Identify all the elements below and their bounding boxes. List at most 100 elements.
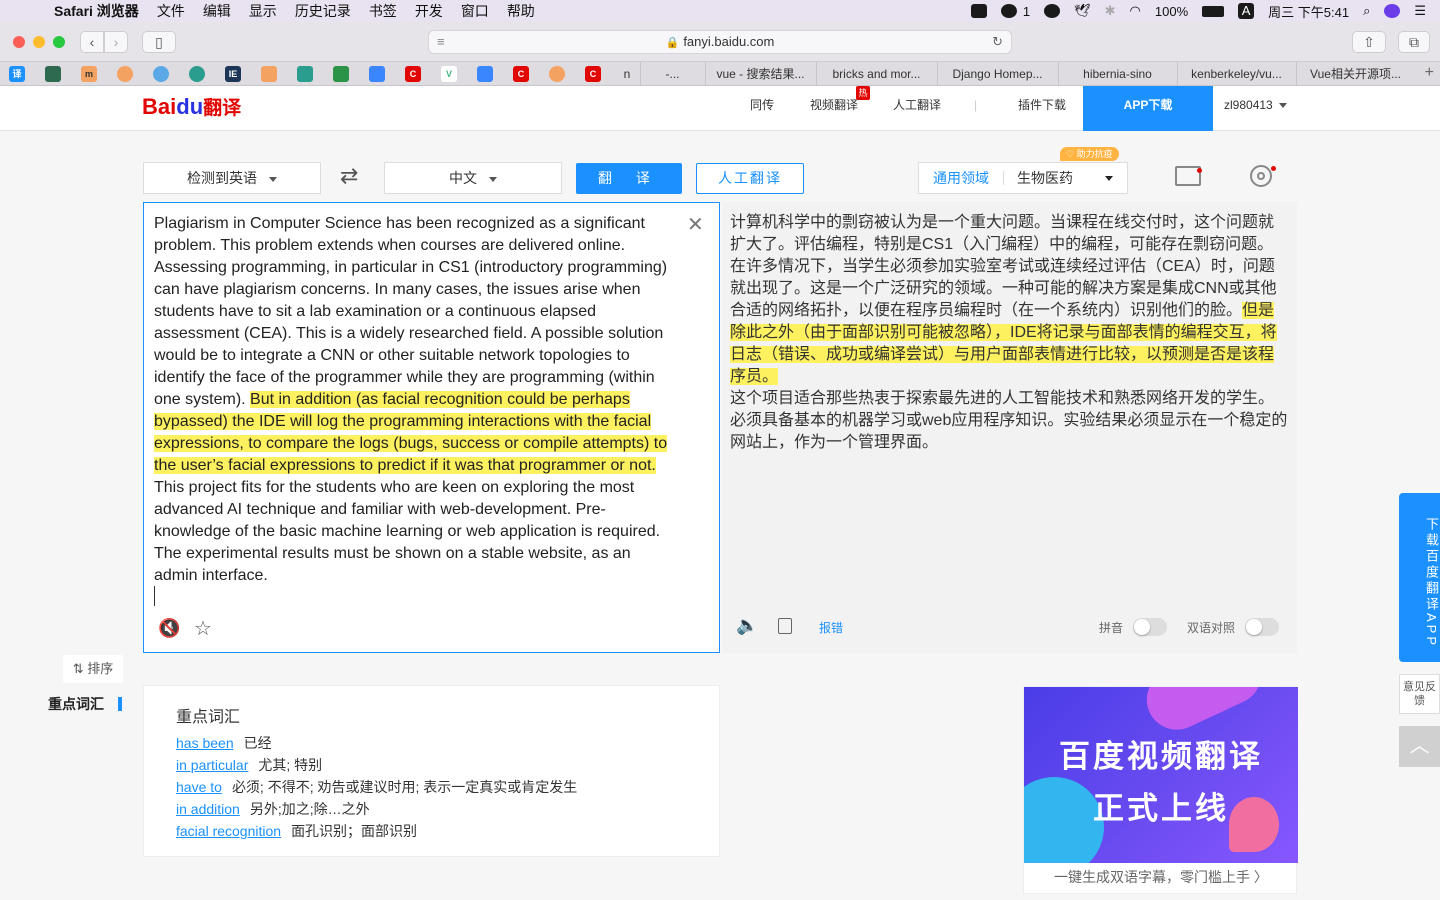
tab-1[interactable]: -... bbox=[640, 62, 704, 86]
battery-status[interactable]: 100% bbox=[1155, 4, 1188, 19]
back-button[interactable]: ‹ bbox=[80, 31, 104, 53]
source-input-panel[interactable]: Plagiarism in Computer Science has been … bbox=[143, 202, 720, 653]
vocab-word-link[interactable]: have to bbox=[176, 779, 222, 795]
c-favicon-2[interactable]: C bbox=[513, 66, 529, 82]
bluetooth-icon[interactable]: ✱ bbox=[1105, 3, 1116, 19]
clock-favicon[interactable] bbox=[117, 66, 133, 82]
tab-kenberkeley[interactable]: kenberkeley/vu... bbox=[1177, 62, 1295, 86]
tab-n[interactable]: n bbox=[615, 62, 639, 86]
swap-languages-icon[interactable]: ⇄ bbox=[340, 165, 364, 187]
control-center-icon[interactable]: ☰ bbox=[1414, 3, 1426, 19]
cloud-favicon[interactable] bbox=[369, 66, 385, 82]
tab-overview-icon[interactable]: ⧉ bbox=[1398, 31, 1430, 53]
copy-icon[interactable] bbox=[778, 618, 792, 634]
tab-bricks[interactable]: bricks and mor... bbox=[816, 62, 936, 86]
pinyin-toggle[interactable] bbox=[1133, 618, 1167, 636]
siri-icon[interactable] bbox=[1384, 4, 1401, 18]
menu-edit[interactable]: 编辑 bbox=[203, 1, 231, 21]
shield-favicon[interactable] bbox=[45, 66, 61, 82]
reader-icon[interactable]: ≡ bbox=[437, 31, 445, 53]
source-language-select[interactable]: 检测到英语 bbox=[143, 162, 321, 194]
spotlight-icon[interactable]: ⌕ bbox=[1363, 3, 1370, 19]
translate-button[interactable]: 翻 译 bbox=[576, 163, 682, 194]
clear-icon[interactable]: ✕ bbox=[687, 215, 704, 235]
domain-select[interactable]: 通用领域 生物医药 bbox=[918, 162, 1128, 194]
menu-app-name[interactable]: Safari 浏览器 bbox=[54, 1, 139, 21]
ieee-favicon[interactable]: IE bbox=[225, 66, 241, 82]
video-translate-ad[interactable]: 百度视频翻译 正式上线 一键生成双语字幕，零门槛上手 〉 bbox=[1023, 686, 1298, 894]
vocab-word-link[interactable]: has been bbox=[176, 735, 234, 751]
cloud-icon[interactable] bbox=[1044, 4, 1061, 18]
ad-banner[interactable]: 百度视频翻译 正式上线 bbox=[1024, 687, 1298, 863]
chat-favicon[interactable] bbox=[297, 66, 313, 82]
domain-selected: 生物医药 bbox=[1017, 170, 1073, 186]
minimize-window-button[interactable] bbox=[33, 36, 45, 48]
nav-video-translate[interactable]: 视频翻译 热 bbox=[810, 86, 871, 131]
share-icon[interactable]: ⇧ bbox=[1352, 31, 1386, 53]
screen-record-icon[interactable] bbox=[970, 4, 987, 18]
close-window-button[interactable] bbox=[13, 36, 25, 48]
menu-help[interactable]: 帮助 bbox=[507, 1, 535, 21]
feedback-button[interactable]: 意见反馈 bbox=[1399, 674, 1440, 714]
nav-human-translate[interactable]: 人工翻译 bbox=[893, 86, 941, 131]
tab-django[interactable]: Django Homep... bbox=[937, 62, 1057, 86]
target-language-select[interactable]: 中文 bbox=[384, 162, 562, 194]
gear-favicon[interactable] bbox=[189, 66, 205, 82]
speaker-muted-icon[interactable]: 🔇 bbox=[158, 618, 180, 639]
domain-general[interactable]: 通用领域 bbox=[933, 163, 989, 193]
sort-button[interactable]: ⇅ 排序 bbox=[63, 655, 123, 683]
v-favicon[interactable]: V bbox=[441, 66, 457, 82]
menu-view[interactable]: 显示 bbox=[249, 1, 277, 21]
c-favicon-3[interactable]: C bbox=[585, 66, 601, 82]
c-favicon[interactable]: C bbox=[405, 66, 421, 82]
bilingual-toggle[interactable] bbox=[1245, 618, 1279, 636]
address-bar[interactable]: ≡ 🔒 fanyi.baidu.com ↻ bbox=[428, 30, 1012, 54]
speaker-icon[interactable]: 🔈 bbox=[736, 615, 758, 636]
flag-favicon[interactable] bbox=[333, 66, 349, 82]
chevron-down-icon bbox=[489, 176, 497, 182]
hex-favicon[interactable] bbox=[477, 66, 493, 82]
wechat-icon[interactable]: 1 bbox=[1000, 4, 1030, 19]
dot-favicon[interactable] bbox=[549, 66, 565, 82]
input-method-icon[interactable]: A bbox=[1238, 3, 1255, 19]
translation-text: 计算机科学中的剽窃被认为是一个重大问题。当课程在线交付时，这个问题就扩大了。评估… bbox=[730, 214, 1288, 451]
network-favicon[interactable] bbox=[153, 66, 169, 82]
sidebar-toggle-icon[interactable]: ▯ bbox=[142, 31, 176, 53]
forward-button[interactable]: › bbox=[104, 31, 128, 53]
app-download-button[interactable]: APP下载 bbox=[1083, 86, 1213, 131]
menu-history[interactable]: 历史记录 bbox=[295, 1, 351, 21]
vocab-word-link[interactable]: in particular bbox=[176, 757, 248, 773]
game-favicon[interactable] bbox=[261, 66, 277, 82]
baidu-fanyi-logo[interactable]: Baidu翻译 bbox=[142, 88, 241, 120]
nav-plugin-download[interactable]: 插件下载 bbox=[1018, 86, 1066, 131]
menu-window[interactable]: 窗口 bbox=[461, 1, 489, 21]
human-translate-button[interactable]: 人工翻译 bbox=[696, 163, 804, 194]
m-favicon[interactable]: m bbox=[81, 66, 97, 82]
side-nav-key-vocab[interactable]: 重点词汇 bbox=[48, 694, 104, 714]
settings-gear-icon[interactable] bbox=[1250, 165, 1272, 187]
report-error-link[interactable]: 报错 bbox=[819, 619, 843, 636]
menu-bookmarks[interactable]: 书签 bbox=[369, 1, 397, 21]
translate-favicon[interactable]: 译 bbox=[9, 66, 25, 82]
wifi-icon[interactable]: ◠ bbox=[1130, 3, 1141, 19]
ad-caption-link[interactable]: 一键生成双语字幕，零门槛上手 〉 bbox=[1024, 867, 1298, 887]
tab-vue-search[interactable]: vue - 搜索结果... bbox=[705, 62, 815, 86]
tab-vue-projects[interactable]: Vue相关开源项... bbox=[1296, 62, 1414, 86]
user-menu[interactable]: zl980413 bbox=[1224, 86, 1287, 124]
back-to-top-icon[interactable]: ︿ bbox=[1399, 726, 1440, 767]
star-icon[interactable]: ☆ bbox=[194, 616, 212, 641]
menu-develop[interactable]: 开发 bbox=[415, 1, 443, 21]
tab-hibernia[interactable]: hibernia-sino bbox=[1058, 62, 1176, 86]
vocab-word-link[interactable]: facial recognition bbox=[176, 823, 281, 839]
bird-icon[interactable]: 🕊 bbox=[1074, 3, 1091, 19]
download-app-side-button[interactable]: 下载百度翻译APP bbox=[1399, 493, 1440, 662]
reload-icon[interactable]: ↻ bbox=[992, 31, 1003, 53]
clock[interactable]: 周三 下午5:41 bbox=[1268, 2, 1349, 21]
vocab-word-link[interactable]: in addition bbox=[176, 801, 240, 817]
source-textarea[interactable]: Plagiarism in Computer Science has been … bbox=[154, 213, 674, 587]
lock-icon: 🔒 bbox=[665, 37, 680, 49]
menu-file[interactable]: 文件 bbox=[157, 1, 185, 21]
new-tab-icon[interactable]: + bbox=[1425, 62, 1434, 84]
nav-simultaneous[interactable]: 同传 bbox=[750, 86, 774, 131]
fullscreen-window-button[interactable] bbox=[53, 36, 65, 48]
